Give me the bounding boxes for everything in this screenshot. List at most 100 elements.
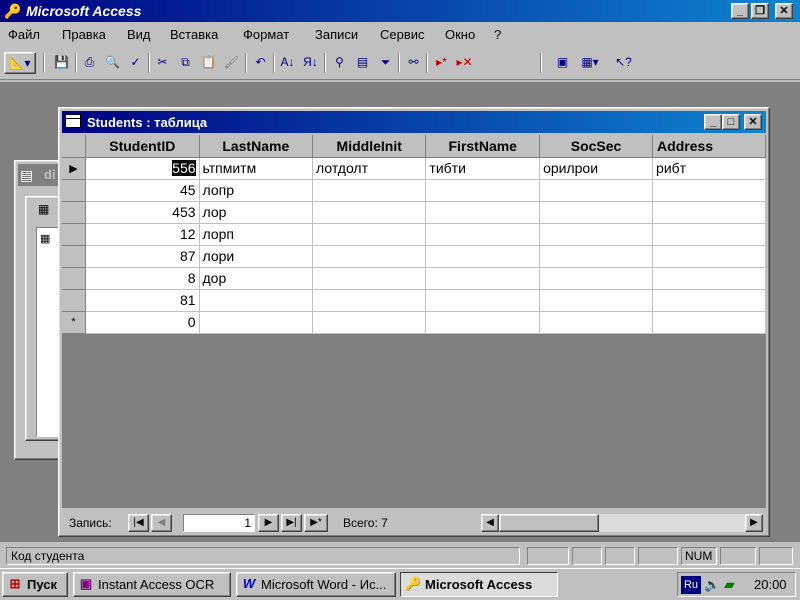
column-header-firstname[interactable]: FirstName — [425, 135, 541, 158]
cell-middleinit[interactable] — [312, 289, 427, 312]
cell-lastname[interactable] — [199, 289, 314, 312]
row-selector-corner[interactable] — [62, 135, 87, 158]
datasheet-minimize-button[interactable]: _ — [704, 114, 722, 130]
cell-address[interactable] — [652, 223, 766, 246]
taskbar-button-ocr[interactable]: ▣ Instant Access OCR — [73, 572, 231, 597]
horizontal-scrollbar[interactable]: ◀ ▶ — [481, 514, 763, 532]
cell-firstname[interactable] — [425, 289, 541, 312]
menu-records[interactable]: Записи — [315, 27, 358, 42]
copy-icon[interactable]: ⧉ — [174, 52, 197, 74]
new-record-nav-button[interactable]: ▶* — [304, 514, 328, 532]
menu-format[interactable]: Формат — [243, 27, 289, 42]
new-record-icon[interactable]: ▸* — [430, 52, 453, 74]
start-button[interactable]: ⊞ Пуск — [2, 572, 68, 597]
column-header-socsec[interactable]: SocSec — [539, 135, 654, 158]
table-row[interactable]: * 0 — [62, 311, 766, 334]
taskbar-button-access[interactable]: 🔑 Microsoft Access — [400, 572, 558, 597]
cell-lastname[interactable]: лопр — [199, 179, 314, 202]
language-indicator[interactable]: Ru — [681, 576, 701, 594]
filter-by-selection-icon[interactable]: ⚲ — [328, 52, 351, 74]
database-window-icon[interactable]: ▣ — [551, 52, 574, 74]
cell-middleinit[interactable] — [312, 267, 427, 290]
cell-lastname[interactable]: лор — [199, 201, 314, 224]
row-selector[interactable] — [62, 179, 87, 202]
cell-lastname[interactable]: лори — [199, 245, 314, 268]
cell-address[interactable] — [652, 311, 766, 334]
column-header-address[interactable]: Address — [652, 135, 766, 158]
table-object-icon[interactable]: ▦ — [40, 232, 50, 245]
cell-firstname[interactable] — [425, 201, 541, 224]
cell-socsec[interactable]: орилрои — [539, 157, 654, 180]
next-record-button[interactable]: ▶ — [258, 514, 279, 532]
cell-socsec[interactable] — [539, 179, 654, 202]
cell-address[interactable] — [652, 201, 766, 224]
cell-studentid[interactable]: 8 — [85, 267, 200, 290]
cell-lastname[interactable]: ьтпмитм — [199, 157, 314, 180]
row-selector[interactable] — [62, 201, 87, 224]
table-row[interactable]: 453 лор — [62, 201, 766, 224]
cell-firstname[interactable]: тибти — [425, 157, 541, 180]
cut-icon[interactable]: ✂ — [151, 52, 174, 74]
row-selector[interactable] — [62, 245, 87, 268]
cell-middleinit[interactable] — [312, 201, 427, 224]
close-button[interactable]: ✕ — [775, 3, 793, 19]
datasheet-maximize-button[interactable]: □ — [722, 114, 740, 130]
cell-firstname[interactable] — [425, 223, 541, 246]
cell-socsec[interactable] — [539, 289, 654, 312]
print-preview-icon[interactable]: 🔍 — [101, 52, 124, 74]
cell-address[interactable] — [652, 289, 766, 312]
paste-icon[interactable]: 📋 — [197, 52, 220, 74]
cell-middleinit[interactable] — [312, 245, 427, 268]
minimize-button[interactable]: _ — [731, 3, 749, 19]
cell-studentid[interactable]: 81 — [85, 289, 200, 312]
datasheet-grid[interactable]: StudentID LastName MiddleInit FirstName … — [62, 135, 766, 508]
cell-middleinit[interactable] — [312, 223, 427, 246]
cell-studentid[interactable]: 453 — [85, 201, 200, 224]
menu-edit[interactable]: Правка — [62, 27, 106, 42]
filter-by-form-icon[interactable]: ▤ — [351, 52, 374, 74]
cell-socsec[interactable] — [539, 223, 654, 246]
spelling-icon[interactable]: ✓ — [124, 52, 147, 74]
cell-studentid[interactable]: 87 — [85, 245, 200, 268]
cell-socsec[interactable] — [539, 267, 654, 290]
table-row[interactable]: 45 лопр — [62, 179, 766, 202]
cell-studentid[interactable]: 45 — [85, 179, 200, 202]
cell-socsec[interactable] — [539, 311, 654, 334]
view-design-icon[interactable]: 📐▾ — [4, 52, 36, 74]
first-record-button[interactable]: |◀ — [128, 514, 149, 532]
row-selector[interactable]: * — [62, 311, 87, 334]
row-selector[interactable]: ▶ — [62, 157, 87, 180]
restore-button[interactable]: ❐ — [751, 3, 769, 19]
menu-tools[interactable]: Сервис — [380, 27, 425, 42]
cell-firstname[interactable] — [425, 311, 541, 334]
datasheet-close-button[interactable]: ✕ — [744, 114, 762, 130]
table-row[interactable]: 87 лори — [62, 245, 766, 268]
clock[interactable]: 20:00 — [754, 577, 787, 592]
table-row[interactable]: 8 дор — [62, 267, 766, 290]
row-selector[interactable] — [62, 223, 87, 246]
cell-studentid[interactable]: 0 — [85, 311, 200, 334]
column-header-middleinit[interactable]: MiddleInit — [312, 135, 427, 158]
format-painter-icon[interactable]: 🖌 — [220, 52, 243, 74]
scroll-left-button[interactable]: ◀ — [481, 514, 499, 532]
row-selector[interactable] — [62, 289, 87, 312]
cell-firstname[interactable] — [425, 179, 541, 202]
cell-firstname[interactable] — [425, 267, 541, 290]
apply-filter-icon[interactable]: ⏷ — [374, 52, 397, 74]
cell-studentid[interactable]: 556 — [85, 157, 200, 180]
cell-address[interactable] — [652, 267, 766, 290]
cell-middleinit[interactable] — [312, 311, 427, 334]
undo-icon[interactable]: ↶ — [249, 52, 272, 74]
sort-descending-icon[interactable]: Я↓ — [299, 52, 322, 74]
save-icon[interactable]: 💾 — [50, 52, 73, 74]
cell-address[interactable] — [652, 245, 766, 268]
scroll-right-button[interactable]: ▶ — [745, 514, 763, 532]
table-row[interactable]: ▶ 556 ьтпмитм лотдолт тибти орилрои рибт — [62, 157, 766, 180]
cell-address[interactable]: рибт — [652, 157, 766, 180]
cell-socsec[interactable] — [539, 245, 654, 268]
datasheet-window[interactable]: Students : таблица _ □ ✕ StudentID LastN… — [58, 107, 770, 537]
previous-record-button[interactable]: ◀ — [151, 514, 172, 532]
cell-lastname[interactable]: дор — [199, 267, 314, 290]
menu-window[interactable]: Окно — [445, 27, 475, 42]
column-header-lastname[interactable]: LastName — [199, 135, 314, 158]
